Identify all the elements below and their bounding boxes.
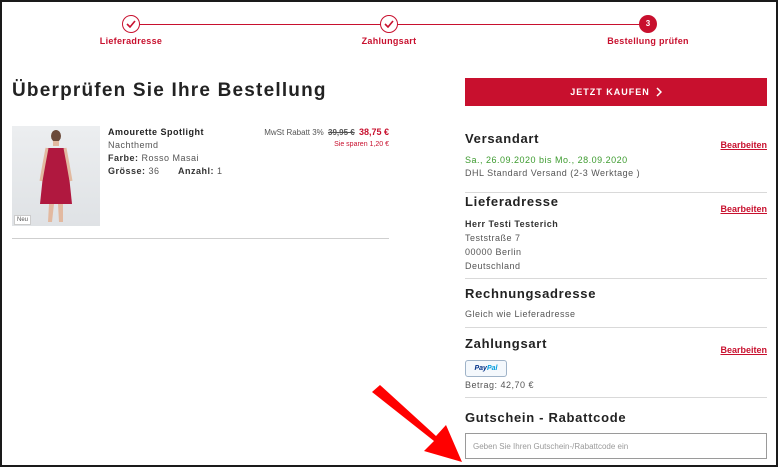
page-frame: Lieferadresse Zahlungsart 3 Bestellung p… xyxy=(0,0,778,467)
order-item: Neu Amourette Spotlight Nachthemd Farbe:… xyxy=(12,124,389,239)
product-quantity: Anzahl: 1 xyxy=(178,166,223,176)
page-title: Überprüfen Sie Ihre Bestellung xyxy=(12,80,327,101)
payment-section: Zahlungsart Bearbeiten Pay Pal Betrag: 42… xyxy=(465,336,767,398)
shipping-dates: Sa., 26.09.2020 bis Mo., 28.09.2020 xyxy=(465,155,628,165)
step-3-label: Bestellung prüfen xyxy=(607,36,689,46)
shipping-method: DHL Standard Versand (2-3 Werktage ) xyxy=(465,168,641,178)
coupon-title: Gutschein - Rabattcode xyxy=(465,410,627,425)
product-color: Farbe: Rosso Masai xyxy=(108,153,199,163)
step-2-label[interactable]: Zahlungsart xyxy=(362,36,417,46)
product-name[interactable]: Amourette Spotlight xyxy=(108,127,204,137)
billing-address-title: Rechnungsadresse xyxy=(465,286,597,301)
billing-address-text: Gleich wie Lieferadresse xyxy=(465,309,576,319)
payment-edit-link[interactable]: Bearbeiten xyxy=(720,345,767,355)
quantity-value: 1 xyxy=(217,166,223,176)
quantity-label: Anzahl: xyxy=(178,166,214,176)
step-1-check-icon[interactable] xyxy=(122,15,140,33)
product-size: Grösse: 36 xyxy=(108,166,160,176)
size-value: 36 xyxy=(148,166,160,176)
color-label: Farbe: xyxy=(108,153,139,163)
paypal-logo: Pay Pal xyxy=(465,360,507,377)
billing-address-section: Rechnungsadresse Gleich wie Lieferadress… xyxy=(465,286,767,328)
delivery-address-edit-link[interactable]: Bearbeiten xyxy=(720,204,767,214)
payment-title: Zahlungsart xyxy=(465,336,548,351)
shipping-section: Versandart Bearbeiten Sa., 26.09.2020 bi… xyxy=(465,131,767,193)
shipping-title: Versandart xyxy=(465,131,540,146)
new-price: 38,75 € xyxy=(358,127,389,137)
chevron-right-icon xyxy=(656,87,662,97)
tax-discount-label: MwSt Rabatt 3% xyxy=(264,128,324,137)
checkout-stepper: Lieferadresse Zahlungsart 3 Bestellung p… xyxy=(2,2,776,62)
paypal-logo-part2: Pal xyxy=(486,365,498,372)
step-2-check-icon[interactable] xyxy=(380,15,398,33)
size-label: Grösse: xyxy=(108,166,146,176)
delivery-city: 00000 Berlin xyxy=(465,247,522,257)
payment-amount: Betrag: 42,70 € xyxy=(465,380,535,390)
product-image[interactable]: Neu xyxy=(12,126,100,226)
buy-now-label: JETZT KAUFEN xyxy=(570,87,650,97)
color-value: Rosso Masai xyxy=(141,153,200,163)
product-type: Nachthemd xyxy=(108,140,159,150)
red-arrow-annotation-icon xyxy=(372,385,462,462)
shipping-edit-link[interactable]: Bearbeiten xyxy=(720,140,767,150)
product-price: MwSt Rabatt 3% 39,95 € 38,75 € xyxy=(264,127,389,137)
delivery-country: Deutschland xyxy=(465,261,521,271)
old-price: 39,95 € xyxy=(328,128,355,137)
delivery-name: Herr Testi Testerich xyxy=(465,219,559,229)
step-3-indicator: 3 xyxy=(639,15,657,33)
delivery-address-title: Lieferadresse xyxy=(465,194,559,209)
delivery-address-section: Lieferadresse Bearbeiten Herr Testi Test… xyxy=(465,194,767,279)
step-1-label[interactable]: Lieferadresse xyxy=(100,36,162,46)
paypal-logo-part1: Pay xyxy=(474,365,487,372)
coupon-code-input[interactable] xyxy=(465,433,767,459)
savings-text: Sie sparen 1,20 € xyxy=(334,141,389,148)
new-badge: Neu xyxy=(14,215,32,225)
delivery-street: Teststraße 7 xyxy=(465,233,521,243)
buy-now-button[interactable]: JETZT KAUFEN xyxy=(465,78,767,106)
